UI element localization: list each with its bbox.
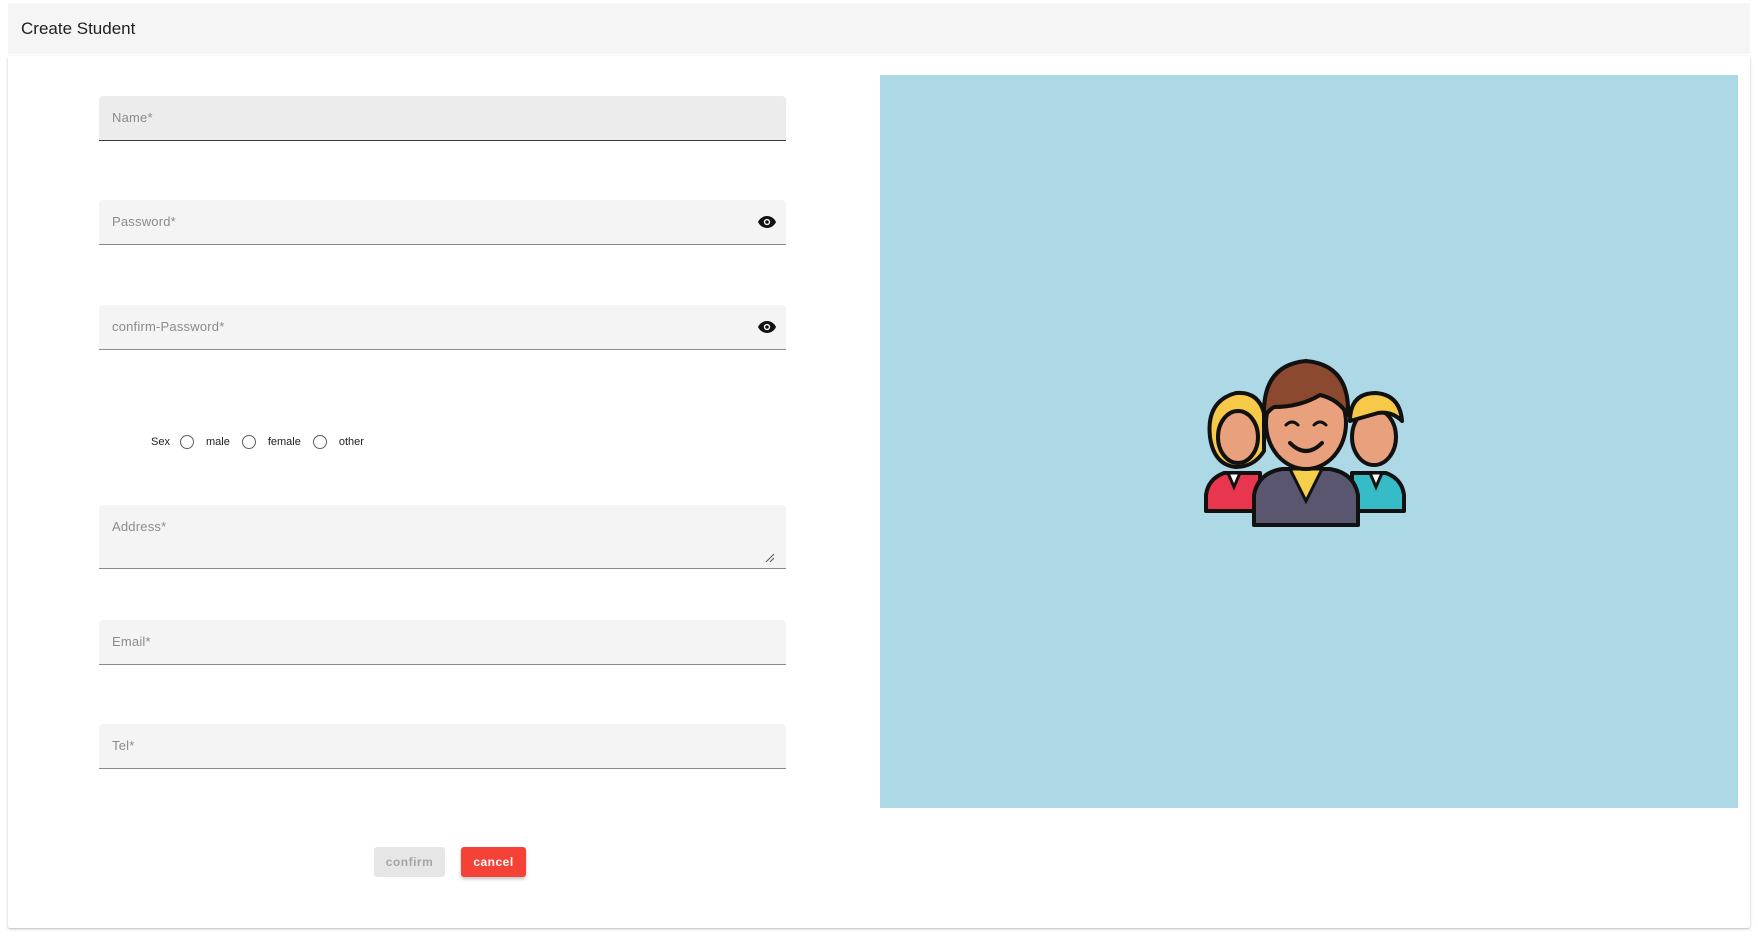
sex-radio-group: Sex male female other (151, 432, 376, 452)
page-header: Create Student (8, 3, 1750, 54)
sex-label: Sex (151, 436, 170, 448)
radio-other[interactable] (312, 435, 327, 449)
radio-female-label[interactable]: female (268, 436, 301, 448)
password-field-label: Password* (112, 214, 176, 229)
address-field-label: Address* (112, 519, 167, 534)
resize-handle-icon[interactable] (765, 553, 774, 562)
radio-other-label[interactable]: other (339, 436, 364, 448)
show-password-icon[interactable] (757, 214, 777, 230)
illustration-panel (880, 75, 1738, 808)
tel-field-label: Tel* (112, 738, 135, 753)
show-confirm-password-icon[interactable] (757, 319, 777, 335)
confirm-button[interactable]: confirm (374, 847, 445, 877)
name-field-label: Name* (112, 110, 153, 125)
radio-male[interactable] (179, 435, 194, 449)
tel-field[interactable]: Tel* (99, 724, 786, 769)
radio-male-label[interactable]: male (206, 436, 230, 448)
students-group-icon (1204, 359, 1406, 527)
radio-female[interactable] (241, 435, 256, 449)
page-title: Create Student (21, 18, 136, 38)
confirm-password-field[interactable]: confirm-Password* (99, 305, 786, 350)
name-field[interactable]: Name* (99, 96, 786, 141)
email-field[interactable]: Email* (99, 620, 786, 665)
password-field[interactable]: Password* (99, 200, 786, 245)
email-field-label: Email* (112, 634, 151, 649)
cancel-button[interactable]: cancel (461, 847, 526, 877)
confirm-password-field-label: confirm-Password* (112, 319, 225, 334)
address-field[interactable]: Address* (99, 505, 786, 569)
